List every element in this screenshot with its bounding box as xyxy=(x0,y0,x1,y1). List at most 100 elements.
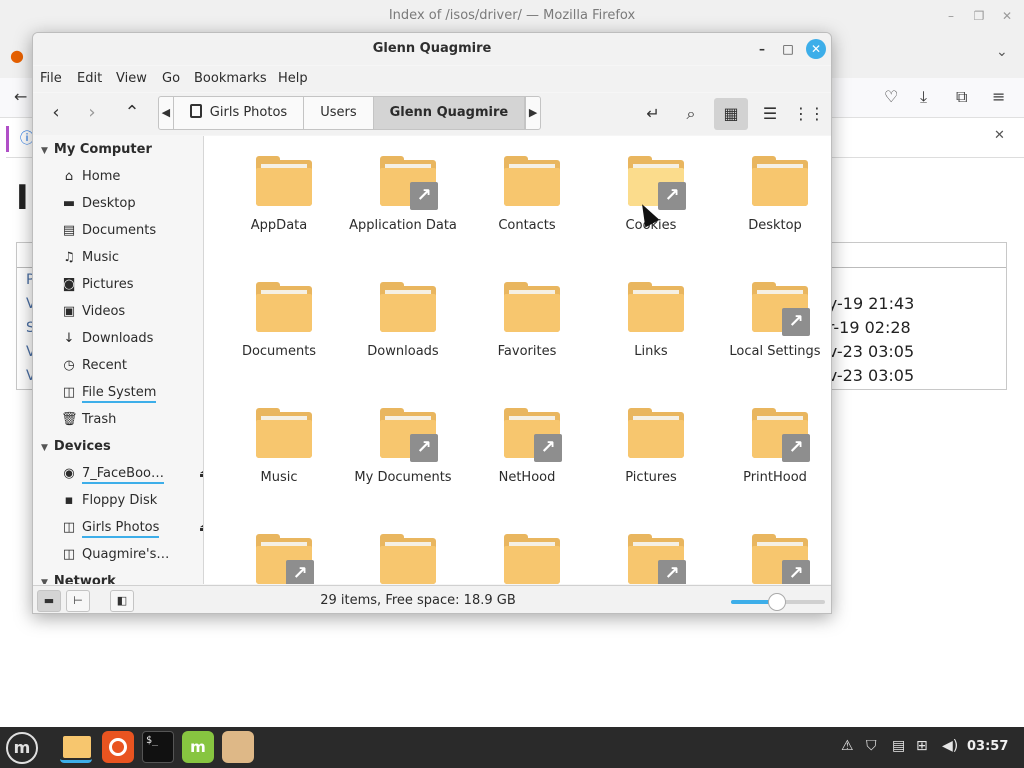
file-item[interactable]: ↗ My Documents xyxy=(343,388,463,498)
sidebar-item-girls-photos[interactable]: ◫Girls Photos⏏ xyxy=(61,520,203,542)
back-arrow-icon[interactable]: ← xyxy=(14,87,27,106)
taskbar-file-manager[interactable] xyxy=(60,731,92,763)
file-item[interactable]: ↗ Application Data xyxy=(343,136,463,246)
file-item[interactable]: Pictures xyxy=(591,388,711,498)
terminal-icon[interactable]: $_ xyxy=(142,731,174,763)
window-titlebar[interactable]: Glenn Quagmire – □ ✕ xyxy=(33,33,831,65)
symlink-arrow-icon: ↗ xyxy=(410,182,438,210)
menu-file[interactable]: File xyxy=(40,71,62,86)
symlink-arrow-icon: ↗ xyxy=(410,434,438,462)
breadcrumb-girls-photos[interactable]: Girls Photos xyxy=(174,97,305,129)
file-item[interactable]: ↗ PrintHood xyxy=(715,388,831,498)
menu-edit[interactable]: Edit xyxy=(77,71,102,86)
file-item[interactable]: Links xyxy=(591,262,711,372)
start-menu-icon[interactable]: m xyxy=(6,732,38,764)
list-view-icon[interactable]: ☰ xyxy=(753,98,787,130)
window-title: Glenn Quagmire xyxy=(372,41,492,56)
search-icon[interactable]: ⌕ xyxy=(674,98,708,130)
sidebar-item-home[interactable]: ⌂ Home xyxy=(61,169,201,191)
file-name: Application Data xyxy=(349,218,457,233)
chevron-down-icon[interactable]: ⌄ xyxy=(996,44,1008,60)
clock[interactable]: 03:57 xyxy=(967,739,1008,754)
firefox-icon[interactable] xyxy=(102,731,134,763)
sidebar-item-music[interactable]: ♫ Music xyxy=(61,250,201,272)
maximize-icon[interactable]: □ xyxy=(780,41,796,57)
archive-icon[interactable] xyxy=(222,731,254,763)
sidebar-section-my-computer[interactable]: ▼ My Computer xyxy=(41,142,152,157)
location-toggle-icon[interactable]: ↵ xyxy=(636,98,670,130)
clipboard-icon[interactable]: ▤ xyxy=(892,738,905,754)
notification-icon[interactable]: ⚠ xyxy=(841,738,854,754)
shield-icon[interactable]: ⛉ xyxy=(866,738,877,754)
sidebar-item-file-system[interactable]: ◫ File System xyxy=(61,385,201,407)
download-icon[interactable]: ⤓ xyxy=(920,87,927,107)
file-item[interactable]: ↗ Local Settings xyxy=(715,262,831,372)
file-item[interactable]: Music xyxy=(219,388,339,498)
status-text: 29 items, Free space: 18.9 GB xyxy=(320,593,516,608)
drive-icon: ◫ xyxy=(62,385,76,400)
file-item[interactable]: Documents xyxy=(219,262,339,372)
sidebar-item-downloads[interactable]: ↓ Downloads xyxy=(61,331,201,353)
sidebar-item-documents[interactable]: ▤ Documents xyxy=(61,223,201,245)
up-icon[interactable]: ⌃ xyxy=(117,99,147,127)
sidebar-item-recent[interactable]: ◷ Recent xyxy=(61,358,201,380)
mint-update-icon[interactable]: m xyxy=(182,731,214,763)
compact-view-icon[interactable]: ⋮⋮ xyxy=(792,98,826,130)
sidebar-item-facebook-disc[interactable]: ◉7_FaceBoo…⏏ xyxy=(61,466,203,488)
sidebar-item-quagmires-drive[interactable]: ◫ Quagmire's… xyxy=(61,547,201,569)
sidebar-item-floppy-disk[interactable]: ▪ Floppy Disk xyxy=(61,493,201,515)
menu-view[interactable]: View xyxy=(116,71,147,86)
breadcrumb-users[interactable]: Users xyxy=(304,97,374,129)
menu-bookmarks[interactable]: Bookmarks xyxy=(194,71,267,86)
volume-icon[interactable]: ◀) xyxy=(942,738,958,754)
file-item[interactable]: Contacts xyxy=(467,136,587,246)
close-icon[interactable]: ✕ xyxy=(806,39,826,59)
optical-disc-icon: ◉ xyxy=(63,466,75,481)
folder-icon xyxy=(63,736,91,758)
file-item[interactable]: Downloads xyxy=(343,262,463,372)
breadcrumb: ◀ Girls Photos Users Glenn Quagmire ▶ xyxy=(158,96,541,130)
zoom-slider[interactable] xyxy=(731,593,825,611)
file-item[interactable]: Desktop xyxy=(715,136,831,246)
trash-icon: 🗑︎ xyxy=(61,412,78,427)
hamburger-menu-icon[interactable]: ≡ xyxy=(992,87,1005,106)
close-icon[interactable]: ✕ xyxy=(1000,9,1014,23)
file-item[interactable]: Favorites xyxy=(467,262,587,372)
file-name: Documents xyxy=(241,344,317,359)
breadcrumb-glenn-quagmire[interactable]: Glenn Quagmire xyxy=(373,97,526,129)
firefox-titlebar: Index of /isos/driver/ — Mozilla Firefox… xyxy=(0,0,1024,32)
zoom-slider-handle[interactable] xyxy=(768,593,787,611)
maximize-icon[interactable]: ❐ xyxy=(972,9,986,23)
sidebar-item-videos[interactable]: ▣ Videos xyxy=(61,304,201,326)
pocket-icon[interactable]: ♡ xyxy=(884,87,898,106)
sidebar-section-devices[interactable]: ▼ Devices xyxy=(41,439,111,454)
forward-icon[interactable]: › xyxy=(77,99,107,127)
file-item[interactable]: ↗ xyxy=(591,514,711,584)
minimize-icon[interactable]: – xyxy=(754,41,770,57)
network-icon[interactable]: ⊞ xyxy=(916,738,928,754)
desktop-icon: ▬ xyxy=(62,196,76,211)
sidebar-section-network[interactable]: ▼ Network xyxy=(41,574,116,584)
menu-help[interactable]: Help xyxy=(278,71,308,86)
close-icon[interactable]: ✕ xyxy=(994,128,1005,143)
file-item[interactable]: ↗ xyxy=(219,514,339,584)
file-item[interactable]: ↗ xyxy=(715,514,831,584)
extensions-icon[interactable]: ⧉ xyxy=(956,87,967,107)
file-item[interactable]: ↗ NetHood xyxy=(467,388,587,498)
menu-go[interactable]: Go xyxy=(162,71,180,86)
sidebar-item-desktop[interactable]: ▬ Desktop xyxy=(61,196,201,218)
sidebar-item-trash[interactable]: 🗑︎ Trash xyxy=(61,412,201,434)
path-scroll-left-icon[interactable]: ◀ xyxy=(159,97,174,129)
sidebar-item-pictures[interactable]: ◙ Pictures xyxy=(61,277,201,299)
file-item[interactable] xyxy=(343,514,463,584)
icon-view-icon[interactable]: ▦ xyxy=(714,98,748,130)
file-item[interactable] xyxy=(467,514,587,584)
minimize-icon[interactable]: – xyxy=(944,9,958,23)
path-scroll-right-icon[interactable]: ▶ xyxy=(525,97,540,129)
back-icon[interactable]: ‹ xyxy=(41,99,71,127)
folder-icon xyxy=(504,534,560,584)
taskbar: m $_ m ⚠ ⛉ ▤ ⊞ ◀) 03:57 xyxy=(0,727,1024,768)
file-manager-window: Glenn Quagmire – □ ✕ File Edit View Go B… xyxy=(32,32,832,614)
file-item[interactable]: AppData xyxy=(219,136,339,246)
file-item[interactable]: ↗ Cookies xyxy=(591,136,711,246)
